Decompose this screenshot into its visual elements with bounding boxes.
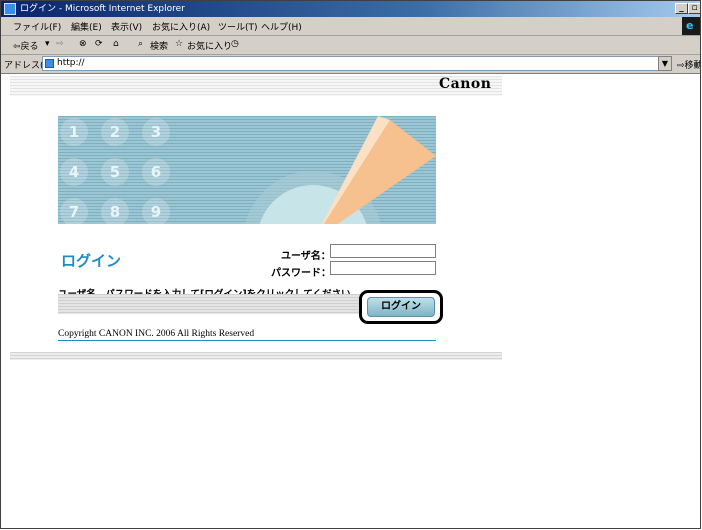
banner-number: 2	[101, 118, 129, 146]
canon-logo: Canon	[439, 76, 492, 92]
banner-image: 1 2 3 4 5 6 7 8 9	[58, 116, 436, 224]
page-content: Canon 1 2 3 4 5 6 7 8 9 ログイン ユーザ名： パスワード…	[1, 74, 700, 528]
maximize-button[interactable]: ▫	[688, 3, 700, 14]
ie-page-icon	[4, 3, 16, 15]
login-button[interactable]: ログイン	[367, 297, 435, 317]
banner-number: 3	[142, 118, 170, 146]
toolbar: ⇦戻る ▾ ⇨ ⊗ ⟳ ⌂ ⌕ 検索 ☆ お気に入り ◷	[1, 36, 700, 55]
banner-number: 1	[60, 118, 88, 146]
menu-tools[interactable]: ツール(T)	[218, 20, 258, 33]
copyright-text: Copyright CANON INC. 2006 All Rights Res…	[58, 329, 255, 339]
search-button[interactable]: 検索	[150, 39, 168, 52]
copyright-divider	[58, 340, 436, 341]
password-label: パスワード：	[271, 268, 331, 279]
address-url[interactable]: http://	[57, 58, 85, 69]
refresh-icon[interactable]: ⟳	[95, 39, 103, 49]
menu-view[interactable]: 表示(V)	[111, 20, 142, 33]
windows-logo-icon: e	[682, 17, 700, 35]
go-label: 移動	[684, 61, 701, 71]
browser-window: ログイン - Microsoft Internet Explorer _ ▫ フ…	[0, 0, 701, 529]
forward-button[interactable]: ⇨	[56, 39, 64, 49]
menu-favorites[interactable]: お気に入り(A)	[152, 20, 210, 33]
username-input[interactable]	[330, 244, 436, 258]
address-bar: アドレス(D) http:// ▼ ⇨移動	[1, 55, 700, 74]
history-icon[interactable]: ◷	[231, 39, 239, 49]
username-label: ユーザ名：	[281, 251, 331, 262]
window-title: ログイン - Microsoft Internet Explorer	[20, 4, 185, 14]
title-bar: ログイン - Microsoft Internet Explorer _ ▫	[1, 1, 700, 17]
menu-edit[interactable]: 編集(E)	[71, 20, 102, 33]
page-icon	[45, 59, 54, 68]
favorites-button[interactable]: お気に入り	[187, 39, 232, 52]
banner-number: 4	[60, 158, 88, 186]
home-icon[interactable]: ⌂	[113, 39, 119, 49]
back-dropdown-icon[interactable]: ▾	[45, 39, 50, 49]
banner-number: 6	[142, 158, 170, 186]
footer-strip	[10, 352, 502, 360]
back-button[interactable]: ⇦戻る	[13, 39, 39, 52]
banner-number: 5	[101, 158, 129, 186]
stop-icon[interactable]: ⊗	[79, 39, 87, 49]
menu-file[interactable]: ファイル(F)	[13, 20, 61, 33]
banner-number: 7	[60, 198, 88, 224]
page-title: ログイン	[61, 252, 122, 270]
address-dropdown-icon[interactable]: ▼	[658, 56, 672, 71]
login-button-highlight: ログイン	[359, 290, 443, 324]
go-button[interactable]: ⇨移動	[677, 58, 701, 71]
minimize-button[interactable]: _	[675, 3, 688, 14]
password-input[interactable]	[330, 261, 436, 275]
address-input[interactable]: http:// ▼	[42, 56, 672, 71]
header-strip	[10, 76, 502, 96]
banner-number: 8	[101, 198, 129, 224]
menu-bar: ファイル(F) 編集(E) 表示(V) お気に入り(A) ツール(T) ヘルプ(…	[1, 17, 700, 36]
banner-number: 9	[142, 198, 170, 224]
search-icon[interactable]: ⌕	[138, 39, 143, 49]
menu-help[interactable]: ヘルプ(H)	[261, 20, 302, 33]
favorites-icon[interactable]: ☆	[175, 39, 183, 49]
